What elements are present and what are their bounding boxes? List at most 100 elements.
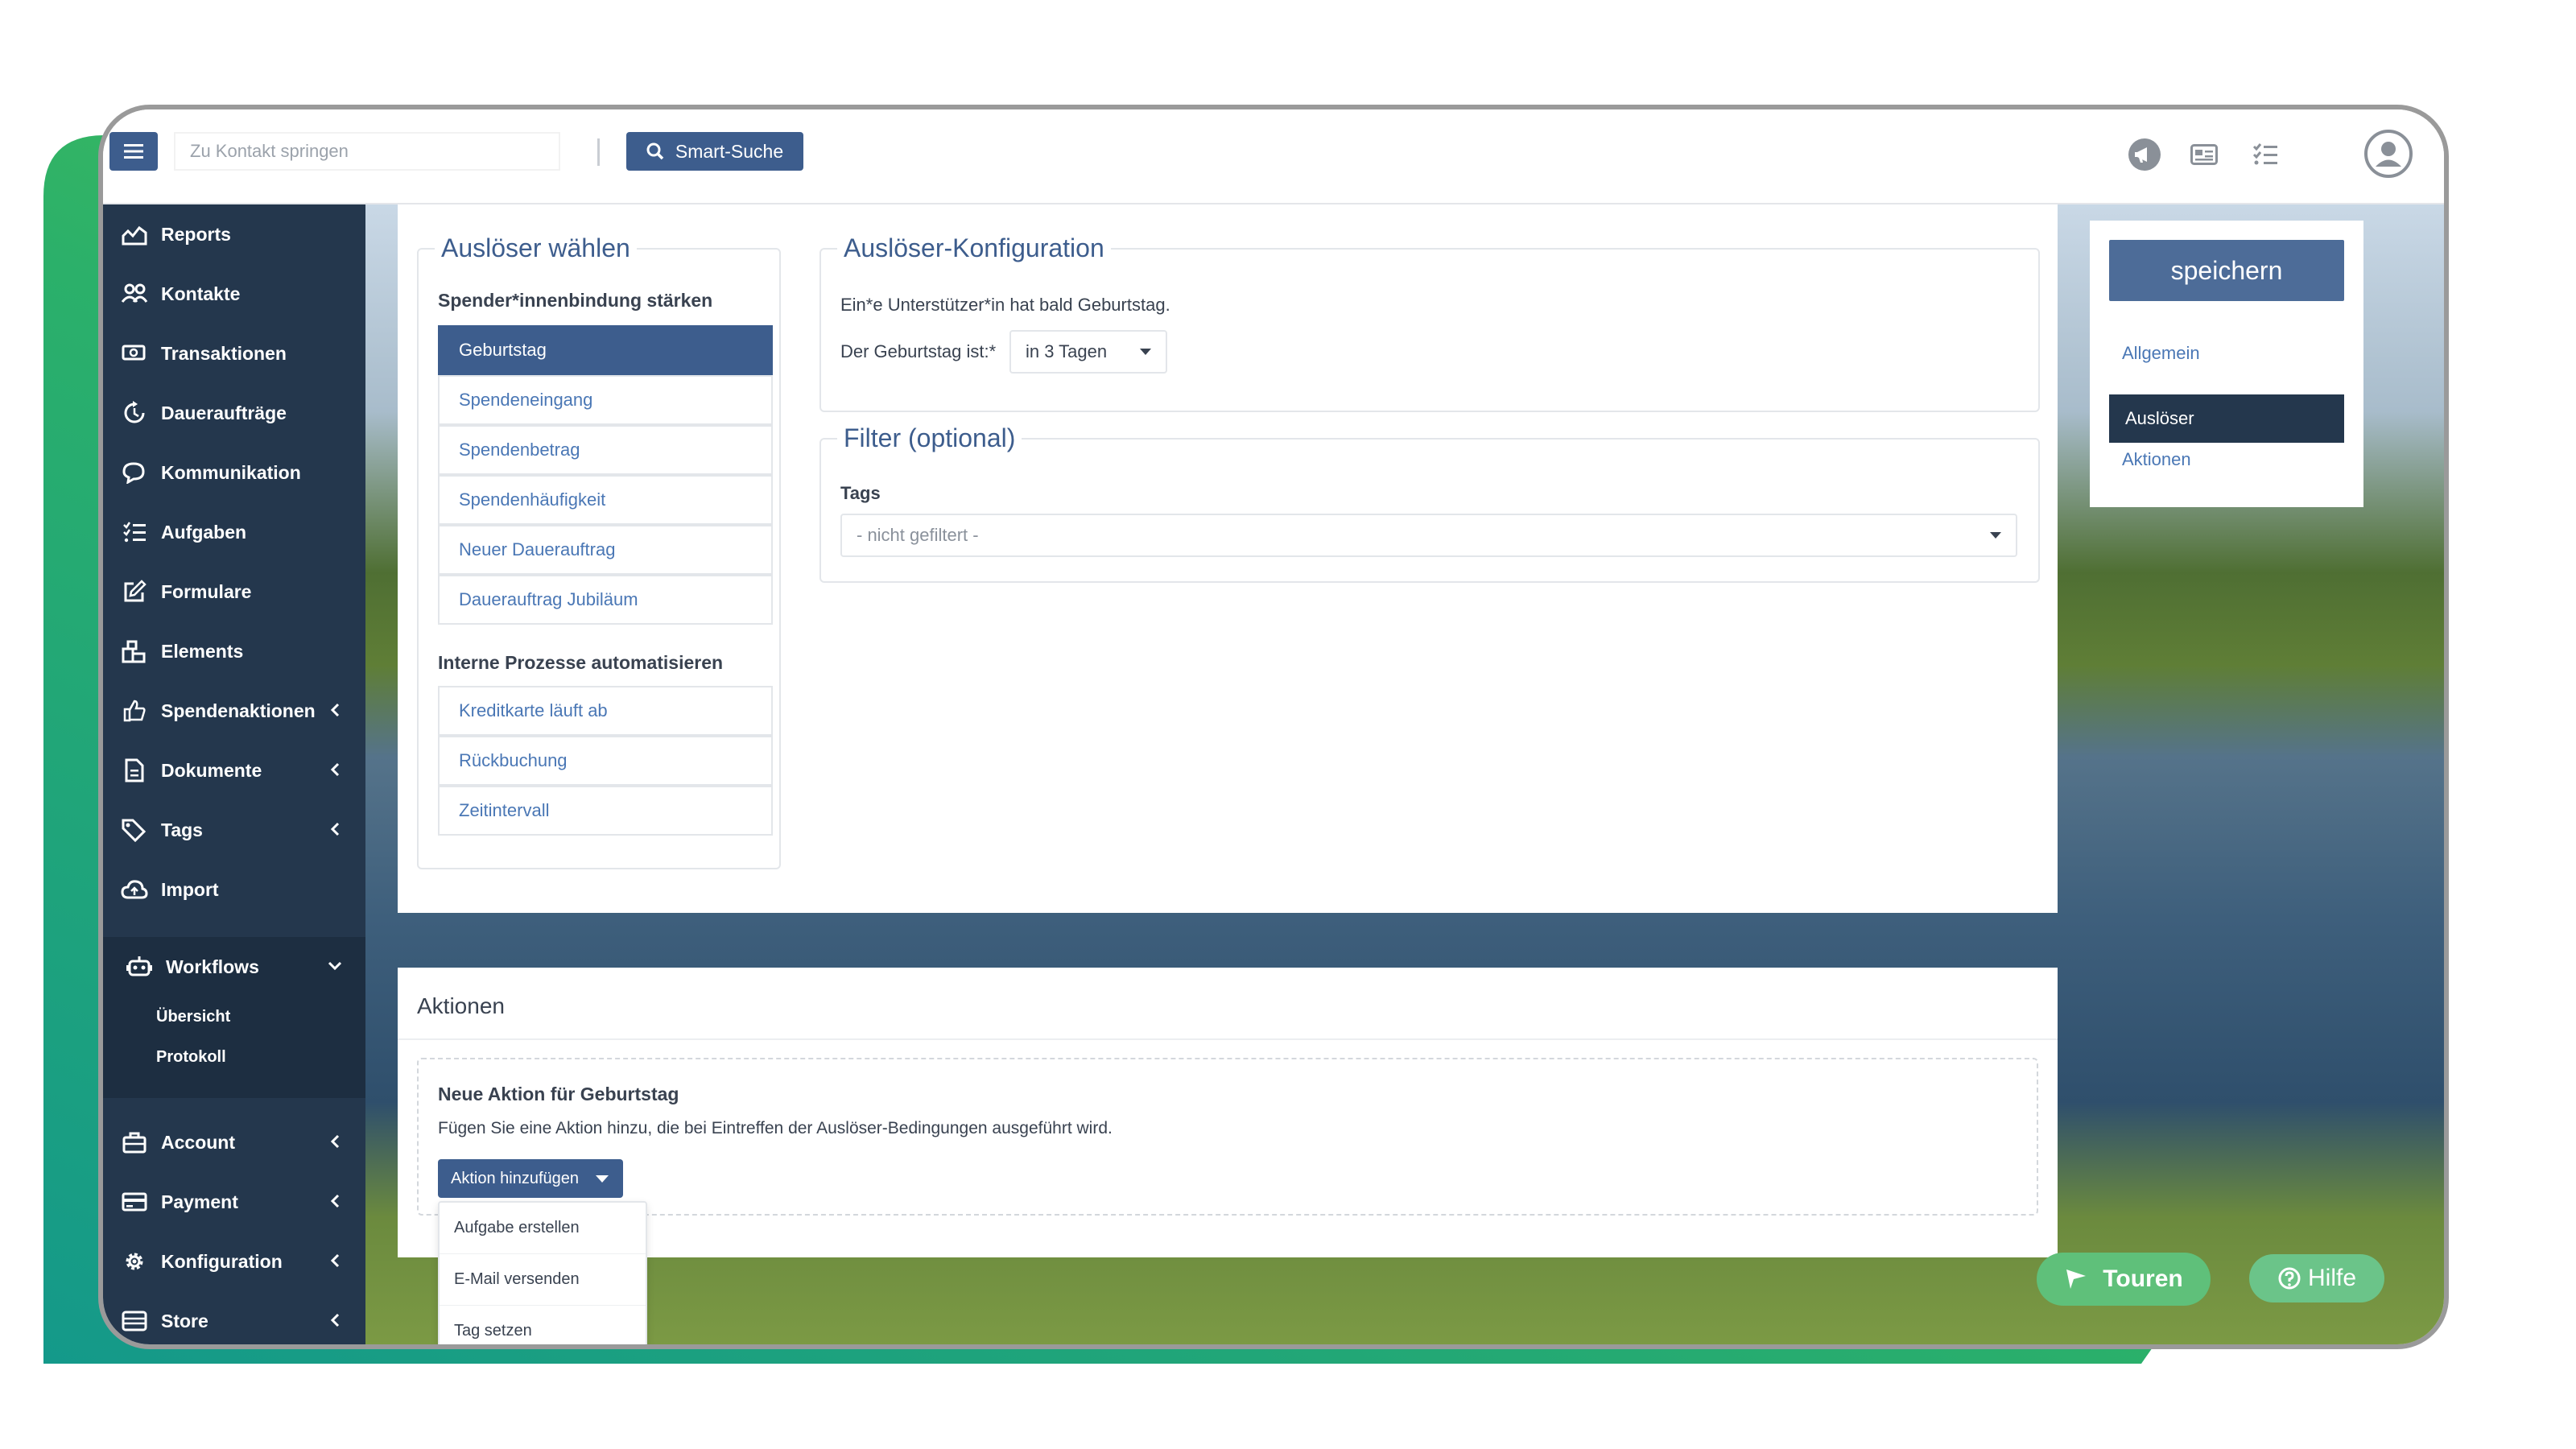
sidebar-item-label: Elements	[161, 640, 244, 662]
new-action-title: Neue Aktion für Geburtstag	[438, 1084, 679, 1104]
sidebar-item-aufgaben[interactable]: Aufgaben	[103, 502, 365, 562]
sidebar-item-dauerauftraege[interactable]: Daueraufträge	[103, 383, 365, 443]
trigger-option-geburtstag[interactable]: Geburtstag	[438, 325, 773, 375]
tags-filter-select[interactable]: - nicht gefiltert -	[840, 514, 2017, 557]
tag-icon	[119, 815, 150, 845]
caret-down-icon	[596, 1175, 609, 1183]
sidebar-item-label: Kontakte	[161, 283, 241, 304]
sidebar-item-kontakte[interactable]: Kontakte	[103, 264, 365, 324]
flag-icon	[2066, 1269, 2087, 1289]
caret-down-icon	[1990, 532, 2001, 539]
section-link-aktionen[interactable]: Aktionen	[2122, 449, 2191, 470]
sidebar-item-label: Transaktionen	[161, 342, 287, 364]
announcement-icon[interactable]	[2127, 137, 2162, 172]
menu-toggle-button[interactable]	[109, 132, 158, 171]
contact-search-input[interactable]: Zu Kontakt springen	[174, 132, 560, 171]
users-icon	[119, 279, 150, 309]
sidebar-item-konfiguration[interactable]: Konfiguration	[103, 1232, 365, 1291]
sidebar-item-label: Account	[161, 1131, 235, 1153]
chevron-left-icon	[325, 1251, 345, 1270]
user-avatar-icon[interactable]	[2362, 127, 2415, 180]
birthday-offset-select[interactable]: in 3 Tagen	[1009, 330, 1167, 374]
sidebar-item-label: Payment	[161, 1191, 238, 1212]
sidebar-item-tags[interactable]: Tags	[103, 800, 365, 860]
trigger-option-zeitintervall[interactable]: Zeitintervall	[438, 786, 773, 836]
sidebar-item-workflows[interactable]: Workflows	[103, 937, 365, 997]
trigger-group-donor-label: Spender*innenbindung stärken	[438, 290, 713, 311]
sidebar-item-label: Aufgaben	[161, 521, 247, 543]
sidebar-item-account[interactable]: Account	[103, 1113, 365, 1172]
sidebar-item-formulare[interactable]: Formulare	[103, 562, 365, 621]
chevron-left-icon	[325, 819, 345, 839]
sidebar-item-label: Formulare	[161, 580, 252, 602]
checklist-icon[interactable]	[2248, 137, 2283, 172]
new-action-box: Neue Aktion für Geburtstag Fügen Sie ein…	[417, 1058, 2038, 1344]
sidebar-item-transaktionen[interactable]: Transaktionen	[103, 324, 365, 383]
trigger-option-dauerauftrag-jubilaeum[interactable]: Dauerauftrag Jubiläum	[438, 575, 773, 625]
help-button[interactable]: Hilfe	[2249, 1254, 2384, 1302]
sidebar-item-label: Kommunikation	[161, 461, 301, 483]
workflows-section: Workflows Übersicht Protokoll	[103, 937, 365, 1098]
recurring-icon	[119, 398, 150, 428]
sidebar-item-label: Reports	[161, 223, 231, 245]
dropdown-item-email-versenden[interactable]: E-Mail versenden	[440, 1254, 646, 1306]
trigger-option-spendenbetrag[interactable]: Spendenbetrag	[438, 425, 773, 475]
money-icon	[119, 338, 150, 369]
sidebar: Reports Kontakte Transaktionen Dauerauft…	[103, 204, 365, 1344]
actions-title: Aktionen	[417, 993, 505, 1018]
sidebar-item-label: Konfiguration	[161, 1250, 283, 1272]
add-action-dropdown: Aufgabe erstellen E-Mail versenden Tag s…	[438, 1201, 647, 1344]
filter-title: Filter (optional)	[844, 423, 1016, 452]
dropdown-item-aufgabe-erstellen[interactable]: Aufgabe erstellen	[440, 1203, 646, 1254]
trigger-config-box: Auslöser-Konfiguration	[819, 233, 2040, 412]
smart-search-label: Smart-Suche	[675, 140, 784, 162]
sidebar-item-spendenaktionen[interactable]: Spendenaktionen	[103, 681, 365, 741]
store-icon	[119, 1306, 150, 1336]
smart-search-button[interactable]: Smart-Suche	[626, 132, 803, 171]
trigger-group-internal-label: Interne Prozesse automatisieren	[438, 652, 724, 673]
tours-button[interactable]: Touren	[2037, 1253, 2211, 1306]
sidebar-item-elements[interactable]: Elements	[103, 621, 365, 681]
cloud-upload-icon	[119, 874, 150, 905]
sidebar-item-label: Import	[161, 878, 219, 900]
sidebar-item-payment[interactable]: Payment	[103, 1172, 365, 1232]
chevron-left-icon	[325, 700, 345, 720]
sidebar-subitem-uebersicht[interactable]: Übersicht	[156, 1008, 230, 1026]
trigger-option-neuer-dauerauftrag[interactable]: Neuer Dauerauftrag	[438, 525, 773, 575]
tours-label: Touren	[2103, 1265, 2183, 1292]
dropdown-item-tag-setzen[interactable]: Tag setzen	[440, 1306, 646, 1344]
sidebar-item-store[interactable]: Store	[103, 1291, 365, 1344]
actions-panel: Aktionen Neue Aktion für Geburtstag Füge…	[398, 968, 2058, 1344]
sidebar-item-import[interactable]: Import	[103, 860, 365, 919]
gear-icon	[119, 1246, 150, 1277]
sidebar-item-dokumente[interactable]: Dokumente	[103, 741, 365, 800]
id-card-icon[interactable]	[2186, 137, 2222, 172]
sidebar-item-kommunikation[interactable]: Kommunikation	[103, 443, 365, 502]
document-icon	[119, 755, 150, 786]
sidebar-subitem-protokoll[interactable]: Protokoll	[156, 1048, 226, 1067]
workflow-editor-panel: Auslöser wählen Spender*innenbindung stä…	[398, 204, 2058, 913]
sidebar-item-reports[interactable]: Reports	[103, 204, 365, 264]
question-circle-icon	[2278, 1267, 2301, 1290]
caret-down-icon	[1140, 349, 1151, 355]
save-button[interactable]: speichern	[2109, 240, 2344, 301]
chevron-left-icon	[325, 1311, 345, 1330]
trigger-option-spendenhaeufigkeit[interactable]: Spendenhäufigkeit	[438, 475, 773, 525]
help-label: Hilfe	[2307, 1265, 2356, 1291]
tasks-icon	[119, 517, 150, 547]
chevron-down-icon	[325, 956, 345, 976]
search-icon	[646, 142, 664, 160]
sidebar-item-label: Tags	[161, 819, 203, 840]
credit-card-icon	[119, 1187, 150, 1217]
section-link-ausloeser[interactable]: Auslöser	[2109, 394, 2344, 443]
add-action-button[interactable]: Aktion hinzufügen	[438, 1159, 623, 1198]
trigger-option-kreditkarte[interactable]: Kreditkarte läuft ab	[438, 686, 773, 736]
filter-box: Filter (optional)	[819, 423, 2040, 583]
chevron-left-icon	[325, 760, 345, 779]
trigger-option-spendeneingang[interactable]: Spendeneingang	[438, 375, 773, 425]
tags-filter-value: - nicht gefiltert -	[857, 525, 979, 545]
sidebar-item-label: Store	[161, 1310, 208, 1331]
trigger-option-rueckbuchung[interactable]: Rückbuchung	[438, 736, 773, 786]
section-link-allgemein[interactable]: Allgemein	[2122, 343, 2200, 364]
actions-divider	[398, 1038, 2058, 1040]
